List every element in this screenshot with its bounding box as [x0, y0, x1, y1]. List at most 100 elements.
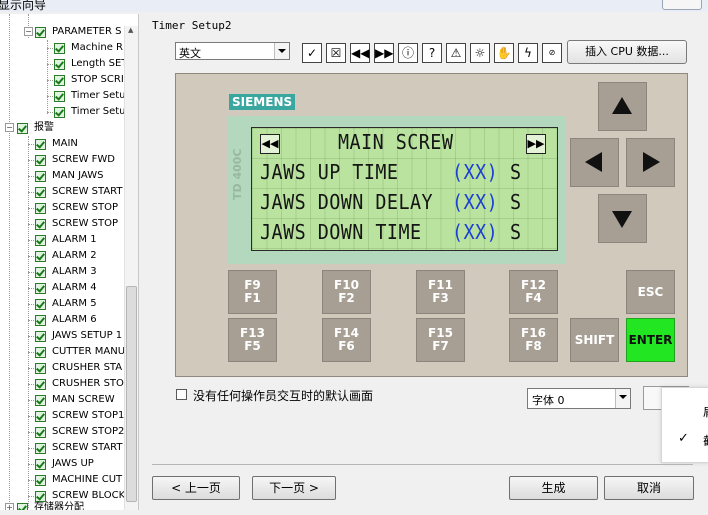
default-screen-checkbox[interactable]: [176, 389, 187, 400]
checkbox-checked-icon[interactable]: [35, 315, 46, 326]
lcd-line-2[interactable]: JAWS UP TIME: [260, 160, 398, 184]
chevron-down-icon[interactable]: [615, 389, 630, 408]
checkbox-checked-icon[interactable]: [54, 107, 65, 118]
key-f1[interactable]: F9 F1: [228, 270, 277, 314]
lcd-field-3[interactable]: (XX): [452, 220, 498, 244]
check-icon[interactable]: ✓: [302, 43, 322, 63]
context-menu-item-1[interactable]: 肩: [703, 403, 708, 420]
key-label-bottom: F5: [244, 339, 261, 353]
key-enter[interactable]: ENTER: [626, 318, 675, 362]
checkbox-checked-icon[interactable]: [35, 379, 46, 390]
close-button[interactable]: [662, 0, 702, 10]
scroll-up-icon[interactable]: ▲: [128, 26, 133, 34]
checkbox-checked-icon[interactable]: [35, 203, 46, 214]
info-icon[interactable]: ⓘ: [398, 43, 418, 63]
checkbox-checked-icon[interactable]: [35, 411, 46, 422]
key-shift[interactable]: SHIFT: [570, 318, 619, 362]
checkbox-checked-icon[interactable]: [35, 427, 46, 438]
checkbox-checked-icon[interactable]: [35, 443, 46, 454]
lcd-next-icon[interactable]: ▶▶: [526, 134, 546, 154]
lcd-unit-2: S: [510, 190, 522, 214]
cross-box-icon[interactable]: ☒: [326, 43, 346, 63]
tree-item-label: CRUSHER STA: [52, 362, 123, 373]
rewind-icon[interactable]: ◀◀: [350, 43, 370, 63]
lightning-icon[interactable]: ϟ: [518, 43, 538, 63]
key-f4[interactable]: F12 F4: [509, 270, 558, 314]
key-left[interactable]: [570, 138, 619, 187]
expand-icon[interactable]: +: [5, 503, 14, 510]
hand-icon[interactable]: ✋: [494, 43, 514, 63]
prev-page-button[interactable]: < 上一页: [152, 476, 240, 500]
next-page-button[interactable]: 下一页 >: [252, 476, 336, 500]
key-right[interactable]: [626, 138, 675, 187]
key-f2[interactable]: F10 F2: [322, 270, 371, 314]
checkbox-checked-icon[interactable]: [35, 27, 46, 38]
checkbox-checked-icon[interactable]: [17, 123, 28, 134]
checkbox-checked-icon[interactable]: [35, 459, 46, 470]
checkbox-checked-icon[interactable]: [35, 347, 46, 358]
tree-item-label: ALARM 6: [52, 314, 97, 325]
tree-scrollbar[interactable]: ▲ ▼: [124, 26, 138, 510]
language-select[interactable]: 英文: [175, 42, 290, 60]
checkbox-checked-icon[interactable]: [35, 139, 46, 150]
key-f5[interactable]: F13 F5: [228, 318, 277, 362]
chevron-down-icon[interactable]: [274, 43, 289, 59]
cancel-button[interactable]: 取消: [604, 476, 694, 500]
default-screen-label[interactable]: 没有任何操作员交互时的默认画面: [193, 387, 373, 404]
key-f6[interactable]: F14 F6: [322, 318, 371, 362]
key-down[interactable]: [598, 194, 647, 243]
lcd-line-4[interactable]: JAWS DOWN TIME: [260, 220, 422, 244]
insert-cpu-data-button[interactable]: 插入 CPU 数据...: [567, 40, 687, 64]
lcd-field-1[interactable]: (XX): [452, 160, 498, 184]
checkbox-checked-icon[interactable]: [54, 59, 65, 70]
tree-connector: [28, 400, 34, 401]
generate-button[interactable]: 生成: [509, 476, 598, 500]
lcd-line-1[interactable]: MAIN SCREW: [338, 130, 453, 154]
key-up[interactable]: [598, 82, 647, 131]
arrow-left-icon: [585, 152, 602, 172]
lcd-screen[interactable]: ◀◀ ▶▶ MAIN SCREW JAWS UP TIME JAWS DOWN …: [251, 127, 558, 251]
tree-item-label: Length SET: [71, 58, 128, 69]
checkbox-checked-icon[interactable]: [35, 235, 46, 246]
checkbox-checked-icon[interactable]: [35, 187, 46, 198]
scroll-thumb[interactable]: [126, 286, 137, 502]
fast-forward-icon[interactable]: ▶▶: [374, 43, 394, 63]
checkbox-checked-icon[interactable]: [35, 219, 46, 230]
checkbox-checked-icon[interactable]: [54, 91, 65, 102]
key-f3[interactable]: F11 F3: [416, 270, 465, 314]
lcd-prev-icon[interactable]: ◀◀: [260, 134, 280, 154]
checkbox-checked-icon[interactable]: [54, 75, 65, 86]
project-tree[interactable]: PARAMETER S Machine R Length SET STOP SCRI T…: [0, 14, 139, 510]
context-menu[interactable]: 肩 ✓ 截: [661, 387, 708, 463]
stop-icon[interactable]: ⊘: [542, 43, 562, 63]
checkbox-checked-icon[interactable]: [35, 363, 46, 374]
checkbox-checked-icon[interactable]: [35, 171, 46, 182]
checkbox-checked-icon[interactable]: [35, 331, 46, 342]
checkbox-checked-icon[interactable]: [35, 299, 46, 310]
checkbox-checked-icon[interactable]: [17, 503, 28, 510]
tree-item-label: STOP SCRI: [71, 74, 124, 85]
key-f7[interactable]: F15 F7: [416, 318, 465, 362]
arrow-down-icon: [612, 211, 632, 228]
checkbox-checked-icon[interactable]: [35, 267, 46, 278]
checkbox-checked-icon[interactable]: [35, 251, 46, 262]
warning-icon[interactable]: ⚠: [446, 43, 466, 63]
lcd-line-3[interactable]: JAWS DOWN DELAY: [260, 190, 433, 214]
tree-item-label: CUTTER MANU: [52, 346, 126, 357]
tree-connector: [28, 160, 34, 161]
lcd-field-2[interactable]: (XX): [452, 190, 498, 214]
checkbox-checked-icon[interactable]: [35, 395, 46, 406]
bulb-icon[interactable]: ☼: [470, 43, 490, 63]
collapse-icon[interactable]: −: [24, 27, 33, 36]
key-f8[interactable]: F16 F8: [509, 318, 558, 362]
checkbox-checked-icon[interactable]: [35, 475, 46, 486]
tree-item-label: Timer Setu: [71, 90, 126, 101]
checkbox-checked-icon[interactable]: [54, 43, 65, 54]
context-menu-item-2[interactable]: 截: [703, 432, 708, 449]
help-icon[interactable]: ?: [422, 43, 442, 63]
checkbox-checked-icon[interactable]: [35, 283, 46, 294]
key-esc[interactable]: ESC: [626, 270, 675, 314]
checkbox-checked-icon[interactable]: [35, 155, 46, 166]
collapse-icon[interactable]: −: [5, 123, 14, 132]
font-select[interactable]: 字体 0: [527, 388, 631, 409]
